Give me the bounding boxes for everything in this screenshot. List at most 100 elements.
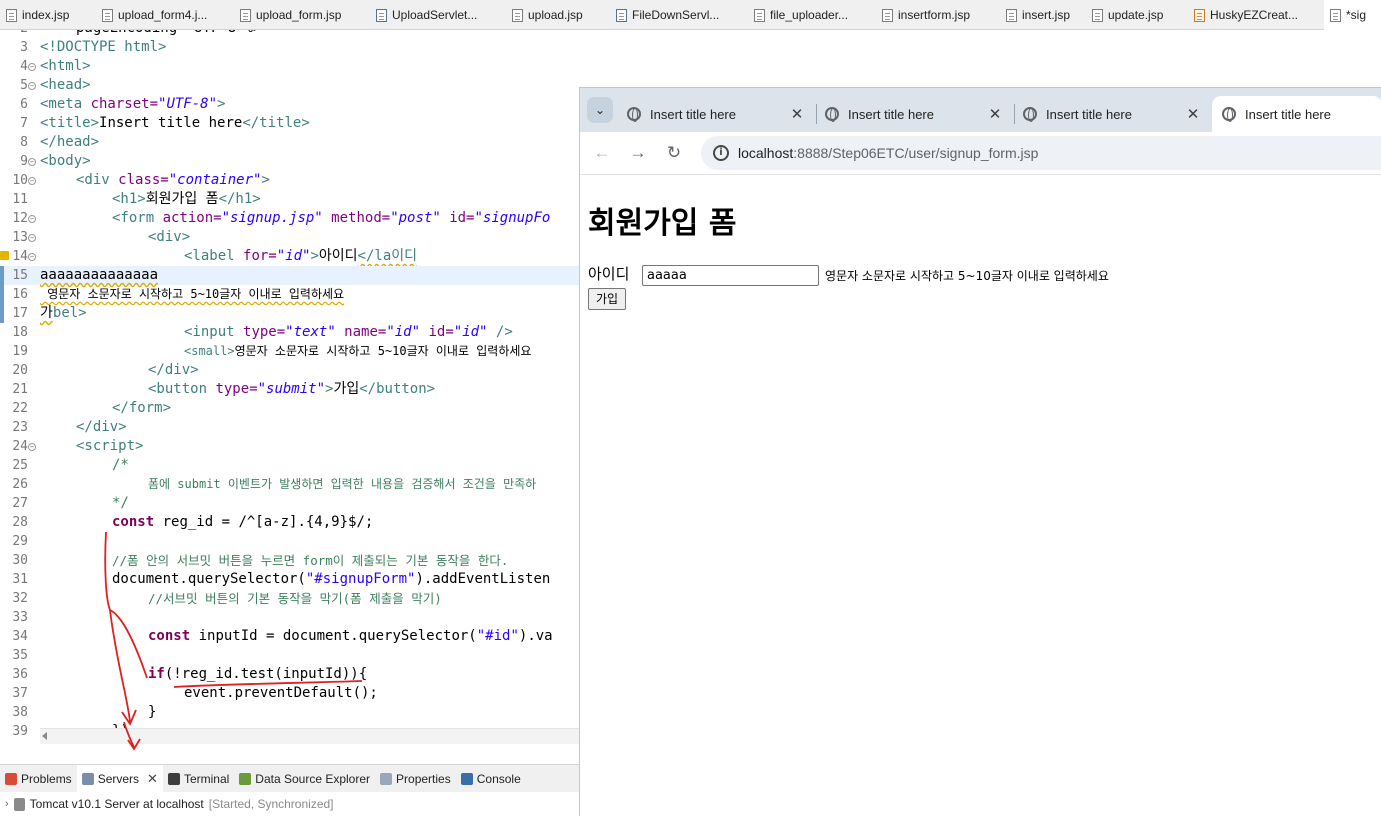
fold-toggle-icon[interactable]: − bbox=[28, 63, 36, 71]
server-row[interactable]: › Tomcat v10.1 Server at localhost [Star… bbox=[0, 792, 580, 816]
java-file-icon bbox=[376, 8, 387, 22]
site-info-icon[interactable]: i bbox=[713, 145, 729, 161]
scroll-left-icon[interactable] bbox=[42, 732, 47, 740]
code-line: 2pageEncoding="UTF-8"%> bbox=[0, 30, 580, 38]
code-line: 17 가bel> bbox=[0, 304, 580, 323]
reload-icon[interactable]: ↻ bbox=[663, 142, 685, 164]
data-source-icon bbox=[239, 772, 252, 785]
tab-servers[interactable]: Servers ✕ bbox=[76, 764, 163, 793]
code-line: 36 if(!reg_id.test(inputId)){ bbox=[12, 666, 368, 682]
id-hint: 영문자 소문자로 시작하고 5~10글자 이내로 입력하세요 bbox=[825, 269, 1109, 283]
code-line: 20 </div> bbox=[12, 362, 199, 378]
fold-toggle-icon[interactable]: − bbox=[28, 443, 36, 451]
code-line: 32//서브밋 버튼의 기본 동작을 막기(폼 제출을 막기) bbox=[12, 591, 442, 606]
editor-tab-husky[interactable]: HuskyEZCreat... bbox=[1188, 0, 1324, 30]
java-file-icon bbox=[616, 8, 627, 22]
chevron-right-icon[interactable]: › bbox=[5, 798, 9, 810]
fold-toggle-icon[interactable]: − bbox=[28, 215, 36, 223]
code-line: 6 <meta charset="UTF-8"> bbox=[20, 96, 226, 112]
console-icon bbox=[460, 772, 473, 785]
html-file-icon bbox=[1194, 8, 1205, 22]
browser-tab-bar: ⌄ Insert title here ✕ Insert title here ✕ … bbox=[580, 88, 1381, 132]
id-input[interactable]: aaaaa bbox=[642, 265, 819, 286]
tab-terminal[interactable]: Terminal bbox=[163, 765, 234, 793]
tab-data-source-explorer[interactable]: Data Source Explorer bbox=[234, 765, 375, 793]
tab-properties[interactable]: Properties bbox=[375, 765, 456, 793]
tab-console[interactable]: Console bbox=[456, 765, 526, 793]
jsp-file-icon bbox=[102, 8, 113, 22]
editor-tab-strip: index.jsp upload_form4.j... upload_form.… bbox=[0, 0, 1381, 30]
browser-tab[interactable]: Insert title here ✕ bbox=[1013, 96, 1211, 132]
fold-toggle-icon[interactable]: − bbox=[28, 158, 36, 166]
code-line: 28 const reg_id = /^[a-z].{4,9}$/; bbox=[12, 514, 374, 530]
editor-tab-upload-form4[interactable]: upload_form4.j... bbox=[96, 0, 234, 30]
editor-tab-update[interactable]: update.jsp bbox=[1086, 0, 1188, 30]
code-line: 11 <h1>회원가입 폼</h1> bbox=[12, 191, 261, 207]
tab-problems[interactable]: Problems bbox=[0, 765, 77, 793]
jsp-file-icon bbox=[1330, 8, 1341, 22]
browser-window: ⌄ Insert title here ✕ Insert title here ✕ … bbox=[579, 87, 1381, 816]
code-line: 14− <label for="id">아이디</la이디 bbox=[0, 247, 580, 266]
globe-icon bbox=[627, 107, 641, 122]
editor-tab-upload-jsp[interactable]: upload.jsp bbox=[506, 0, 610, 30]
server-status: [Started, Synchronized] bbox=[208, 797, 334, 811]
code-line: 7 <title>Insert title here</title> bbox=[20, 115, 310, 131]
forward-arrow-icon[interactable]: → bbox=[627, 142, 649, 164]
editor-tab-upload-servlet[interactable]: UploadServlet... bbox=[370, 0, 506, 30]
editor-tab-signup-active[interactable]: *sig bbox=[1324, 0, 1381, 30]
code-line: 10− <div class="container"> bbox=[12, 172, 270, 188]
servers-icon bbox=[81, 772, 94, 785]
close-tab-icon[interactable]: ✕ bbox=[789, 105, 805, 123]
editor-tab-file-uploader[interactable]: file_uploader... bbox=[748, 0, 876, 30]
page-heading: 회원가입 폼 bbox=[588, 206, 737, 241]
code-line: 4− <html> bbox=[20, 58, 91, 74]
code-line: 19 <small>영문자 소문자로 시작하고 5~10글자 이내로 입력하세요 bbox=[12, 344, 532, 359]
jsp-file-icon bbox=[1092, 8, 1103, 22]
server-name: Tomcat v10.1 Server at localhost bbox=[29, 797, 204, 811]
fold-toggle-icon[interactable]: − bbox=[28, 253, 36, 261]
code-line: 27 */ bbox=[12, 495, 129, 511]
browser-tab-active[interactable]: Insert title here bbox=[1212, 96, 1381, 132]
code-line: 29 bbox=[12, 534, 28, 549]
editor-tab-insertform[interactable]: insertform.jsp bbox=[876, 0, 1000, 30]
globe-icon bbox=[1222, 107, 1236, 122]
code-line: 30//폼 안의 서브밋 버튼을 누르면 form이 제출되는 기본 동작을 한… bbox=[12, 553, 509, 568]
editor-tab-index-jsp[interactable]: index.jsp bbox=[0, 0, 96, 30]
code-line: 26 폼에 submit 이벤트가 발생하면 입력한 내용을 검증해서 조건을 만… bbox=[12, 477, 537, 492]
code-line: 18 <input type="text" name="id" id="id" /… bbox=[12, 324, 513, 340]
close-tab-icon[interactable]: ✕ bbox=[987, 105, 1003, 123]
code-line: 31 document.querySelector("#signupForm").… bbox=[12, 571, 551, 587]
code-line-current: 15 aaaaaaaaaaaaaa bbox=[0, 266, 580, 285]
close-icon[interactable]: ✕ bbox=[147, 771, 158, 787]
address-bar[interactable]: i localhost:8888/Step06ETC/user/signup_f… bbox=[701, 136, 1381, 170]
browser-tab[interactable]: Insert title here ✕ bbox=[617, 96, 815, 132]
code-line: 33 bbox=[12, 610, 28, 625]
code-line: 35 bbox=[12, 648, 28, 663]
editor-tab-file-down-servlet[interactable]: FileDownServl... bbox=[610, 0, 748, 30]
fold-toggle-icon[interactable]: − bbox=[28, 177, 36, 185]
code-line: 23 </div> bbox=[12, 419, 127, 435]
globe-icon bbox=[1023, 107, 1037, 122]
code-line: 12− <form action="signup.jsp" method="pos… bbox=[12, 210, 551, 226]
fold-toggle-icon[interactable]: − bbox=[28, 234, 36, 242]
horizontal-scrollbar[interactable] bbox=[40, 728, 580, 744]
code-line: 22 </form> bbox=[12, 400, 172, 416]
code-line: 5− <head> bbox=[20, 77, 91, 93]
close-tab-icon[interactable]: ✕ bbox=[1185, 105, 1201, 123]
tab-search-chevron-icon[interactable]: ⌄ bbox=[587, 97, 613, 123]
code-editor[interactable]: 2pageEncoding="UTF-8"%> 3<!DOCTYPE html>… bbox=[0, 30, 580, 744]
back-arrow-icon[interactable]: ← bbox=[591, 142, 613, 164]
browser-tab[interactable]: Insert title here ✕ bbox=[815, 96, 1013, 132]
fold-toggle-icon[interactable]: − bbox=[28, 82, 36, 90]
properties-icon bbox=[380, 772, 393, 785]
jsp-file-icon bbox=[240, 8, 251, 22]
code-line: 24− <script> bbox=[12, 438, 144, 454]
editor-tab-upload-form[interactable]: upload_form.jsp bbox=[234, 0, 370, 30]
bottom-view-tabs: Problems Servers ✕ Terminal Data Source E… bbox=[0, 764, 580, 793]
jsp-file-icon bbox=[754, 8, 765, 22]
editor-tab-insert[interactable]: insert.jsp bbox=[1000, 0, 1086, 30]
code-line: 38} bbox=[12, 704, 157, 720]
signup-submit-button[interactable]: 가입 bbox=[588, 288, 627, 310]
terminal-icon bbox=[167, 772, 180, 785]
jsp-file-icon bbox=[512, 8, 523, 22]
